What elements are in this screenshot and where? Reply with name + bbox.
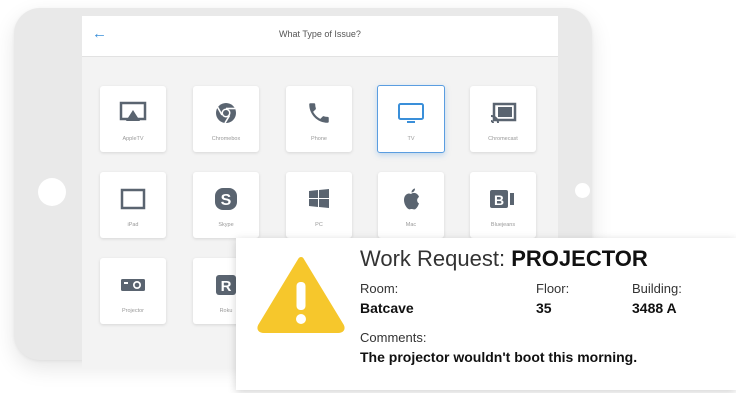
- tv-icon: [378, 99, 444, 127]
- floor-value: 35: [536, 300, 552, 316]
- room-value: Batcave: [360, 300, 414, 316]
- tile-chromebox[interactable]: Chromebox: [193, 86, 259, 152]
- svg-text:B: B: [494, 192, 504, 208]
- comments-label: Comments:: [360, 330, 427, 345]
- skype-icon: S: [193, 185, 259, 213]
- camera-circle: [38, 178, 66, 206]
- work-request-card: Work Request: PROJECTOR Room: Batcave Fl…: [236, 238, 736, 390]
- tablet-icon: [100, 185, 166, 213]
- work-request-title: Work Request: PROJECTOR: [360, 246, 648, 272]
- tile-label: iPad: [127, 222, 139, 228]
- bluejeans-icon: B: [470, 185, 536, 213]
- work-request-prefix: Work Request:: [360, 246, 506, 271]
- home-button[interactable]: [575, 183, 590, 198]
- svg-text:S: S: [221, 192, 232, 209]
- tile-ipad[interactable]: iPad: [100, 172, 166, 238]
- building-label: Building:: [632, 281, 682, 296]
- tile-skype[interactable]: S Skype: [193, 172, 259, 238]
- tile-pc[interactable]: PC: [286, 172, 352, 238]
- chrome-icon: [193, 99, 259, 127]
- windows-icon: [286, 185, 352, 213]
- cast-icon: [470, 99, 536, 127]
- svg-text:R: R: [221, 278, 232, 295]
- tile-label: PC: [315, 222, 323, 228]
- building-value: 3488 A: [632, 300, 677, 316]
- tile-phone[interactable]: Phone: [286, 86, 352, 152]
- tile-label: Chromecast: [488, 136, 518, 142]
- tile-appletv[interactable]: AppleTV: [100, 86, 166, 152]
- tile-label: Phone: [311, 136, 327, 142]
- projector-icon: [100, 271, 166, 299]
- page-title: What Type of Issue?: [279, 29, 361, 39]
- tile-chromecast[interactable]: Chromecast: [470, 86, 536, 152]
- tile-label: Bluejeans: [490, 222, 516, 228]
- tile-tv[interactable]: TV: [377, 85, 445, 153]
- warning-icon: [256, 254, 346, 339]
- tile-label: TV: [407, 136, 415, 142]
- work-request-item: PROJECTOR: [511, 246, 648, 271]
- tile-label: Skype: [218, 222, 234, 228]
- room-label: Room:: [360, 281, 399, 296]
- appletv-icon: [100, 99, 166, 127]
- tile-label: Chromebox: [211, 136, 241, 142]
- tile-label: Mac: [405, 222, 417, 228]
- phone-icon: [286, 99, 352, 127]
- tile-bluejeans[interactable]: B Bluejeans: [470, 172, 536, 238]
- apple-icon: [378, 185, 444, 213]
- tile-projector[interactable]: Projector: [100, 258, 166, 324]
- tile-label: AppleTV: [122, 136, 144, 142]
- tile-mac[interactable]: Mac: [378, 172, 444, 238]
- floor-label: Floor:: [536, 281, 570, 296]
- comments-value: The projector wouldn't boot this morning…: [360, 349, 638, 365]
- top-bar: ← What Type of Issue?: [82, 16, 558, 57]
- tile-label: Projector: [121, 308, 144, 314]
